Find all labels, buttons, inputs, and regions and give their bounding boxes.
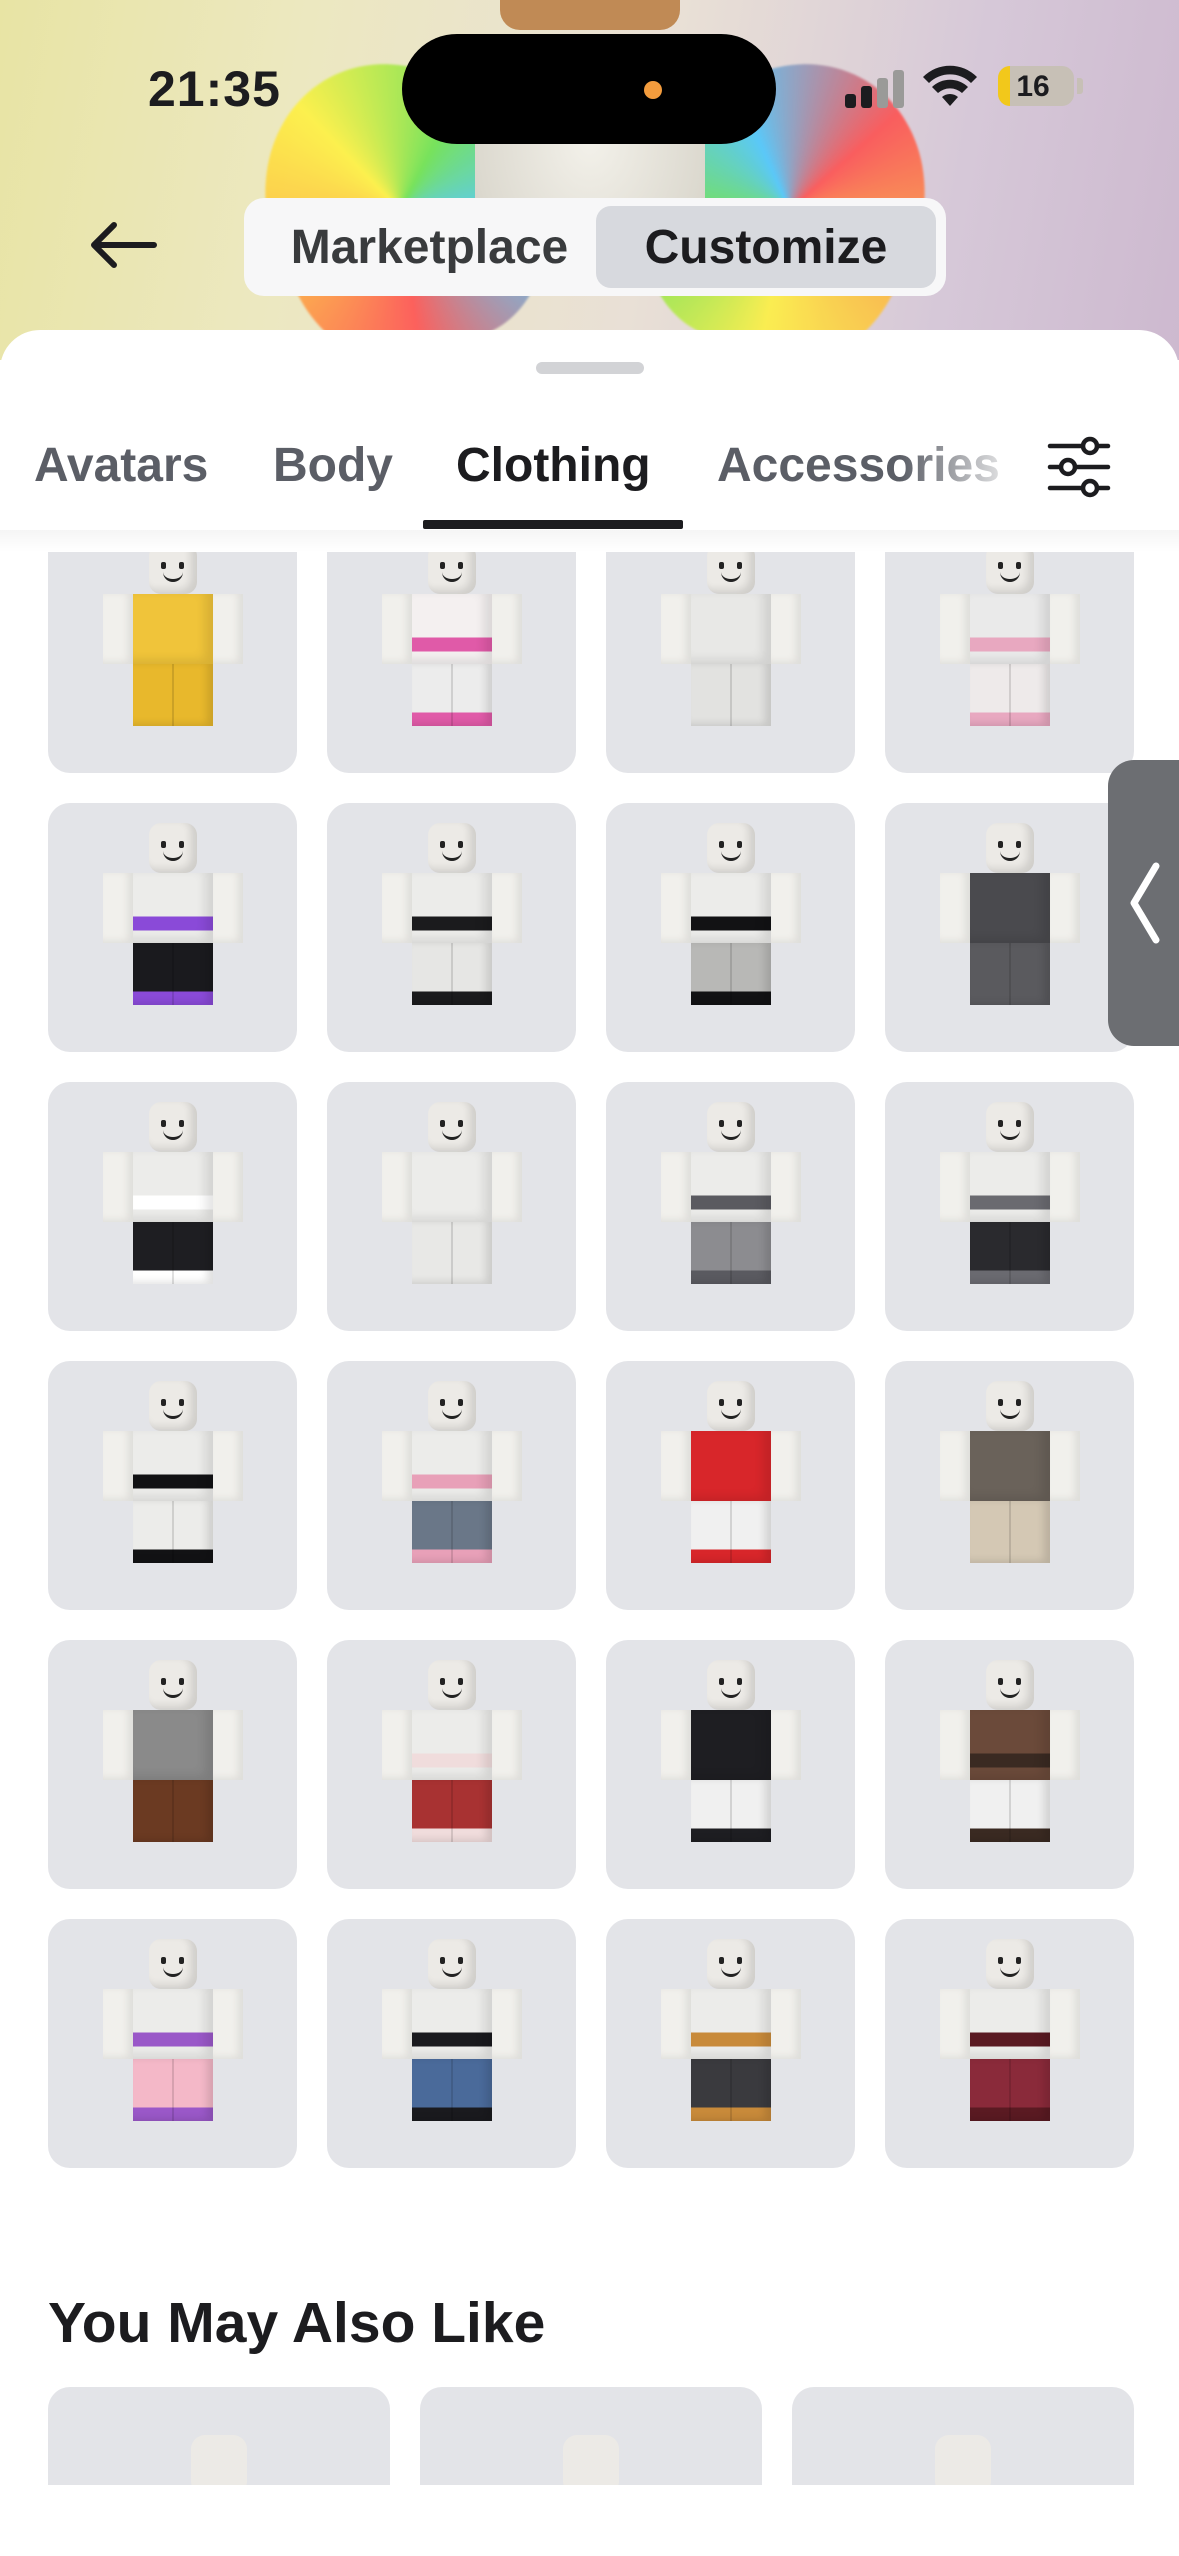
clothing-item-tile[interactable]	[327, 803, 576, 1052]
avatar-clothing-preview	[939, 1381, 1080, 1581]
clothing-item-tile[interactable]	[885, 1082, 1134, 1331]
clothing-item-tile[interactable]	[327, 1082, 576, 1331]
battery-cap	[1077, 78, 1083, 94]
clothing-item-tile[interactable]	[48, 803, 297, 1052]
tab-clothing[interactable]: Clothing	[456, 438, 651, 493]
tab-avatars[interactable]: Avatars	[34, 438, 208, 493]
avatar-clothing-preview	[939, 1660, 1080, 1860]
avatar-clothing-preview	[102, 552, 243, 744]
clothing-item-tile[interactable]	[327, 552, 576, 773]
you-may-also-like-title: You May Also Like	[48, 2291, 546, 2355]
clothing-item-tile[interactable]	[606, 552, 855, 773]
clothing-grid	[48, 552, 1134, 2174]
customize-sheet: Avatars Body Clothing Accessories You Ma…	[0, 330, 1179, 2556]
segment-customize[interactable]: Customize	[596, 206, 936, 288]
tab-active-indicator	[423, 520, 683, 529]
dynamic-island	[402, 34, 776, 144]
clothing-item-tile[interactable]	[606, 1361, 855, 1610]
avatar-hat	[500, 0, 680, 30]
battery-icon: 16	[998, 66, 1074, 106]
avatar-clothing-preview	[102, 1102, 243, 1302]
avatar-clothing-preview	[381, 1102, 522, 1302]
clothing-item-tile[interactable]	[606, 1640, 855, 1889]
tabs-divider-shadow	[0, 530, 1179, 552]
battery-level: 16	[1016, 70, 1050, 103]
avatar-clothing-preview	[660, 1939, 801, 2139]
avatar-clothing-preview	[660, 1660, 801, 1860]
avatar-clothing-preview	[381, 1381, 522, 1581]
status-time: 21:35	[148, 61, 281, 117]
clothing-item-tile[interactable]	[885, 803, 1134, 1052]
clothing-item-tile[interactable]	[885, 552, 1134, 773]
sheet-drag-handle[interactable]	[536, 362, 644, 374]
recommendation-card[interactable]	[792, 2387, 1134, 2485]
clothing-item-tile[interactable]	[885, 1361, 1134, 1610]
avatar-clothing-preview	[660, 1102, 801, 1302]
wifi-icon	[923, 65, 977, 106]
avatar-clothing-preview	[660, 1381, 801, 1581]
clothing-item-tile[interactable]	[327, 1919, 576, 2168]
clothing-item-tile[interactable]	[48, 1640, 297, 1889]
avatar-clothing-preview	[939, 552, 1080, 744]
side-panel-toggle[interactable]	[1108, 760, 1179, 1046]
avatar-clothing-preview	[939, 823, 1080, 1023]
avatar-clothing-preview	[102, 1381, 243, 1581]
tab-body[interactable]: Body	[273, 438, 393, 493]
avatar-clothing-preview	[102, 823, 243, 1023]
clothing-item-tile[interactable]	[885, 1919, 1134, 2168]
you-may-also-like-row	[48, 2387, 1134, 2485]
clothing-item-tile[interactable]	[327, 1361, 576, 1610]
chevron-left-icon	[1130, 862, 1160, 944]
clothing-item-tile[interactable]	[48, 1082, 297, 1331]
clothing-item-tile[interactable]	[606, 1082, 855, 1331]
clothing-item-tile[interactable]	[606, 1919, 855, 2168]
marketplace-customize-toggle: Marketplace Customize	[244, 198, 946, 296]
recommendation-card[interactable]	[48, 2387, 390, 2485]
tabs-fade	[900, 430, 1020, 520]
avatar-clothing-preview	[381, 552, 522, 744]
category-tabs: Avatars Body Clothing Accessories	[0, 430, 1179, 540]
avatar-clothing-preview	[939, 1939, 1080, 2139]
avatar-clothing-preview	[660, 552, 801, 744]
avatar-clothing-preview	[381, 1660, 522, 1860]
avatar-clothing-preview	[939, 1102, 1080, 1302]
clothing-item-tile[interactable]	[48, 1361, 297, 1610]
clothing-item-tile[interactable]	[48, 552, 297, 773]
avatar-clothing-preview	[381, 1939, 522, 2139]
sliders-icon[interactable]	[1046, 434, 1112, 500]
arrow-left-icon[interactable]	[88, 215, 160, 275]
clothing-item-tile[interactable]	[606, 803, 855, 1052]
clothing-item-tile[interactable]	[48, 1919, 297, 2168]
recommendation-card[interactable]	[420, 2387, 762, 2485]
clothing-item-tile[interactable]	[327, 1640, 576, 1889]
segment-marketplace[interactable]: Marketplace	[252, 206, 607, 288]
avatar-clothing-preview	[102, 1939, 243, 2139]
avatar-clothing-preview	[102, 1660, 243, 1860]
avatar-clothing-preview	[381, 823, 522, 1023]
signal-icon	[845, 70, 907, 108]
clothing-item-tile[interactable]	[885, 1640, 1134, 1889]
avatar-clothing-preview	[660, 823, 801, 1023]
